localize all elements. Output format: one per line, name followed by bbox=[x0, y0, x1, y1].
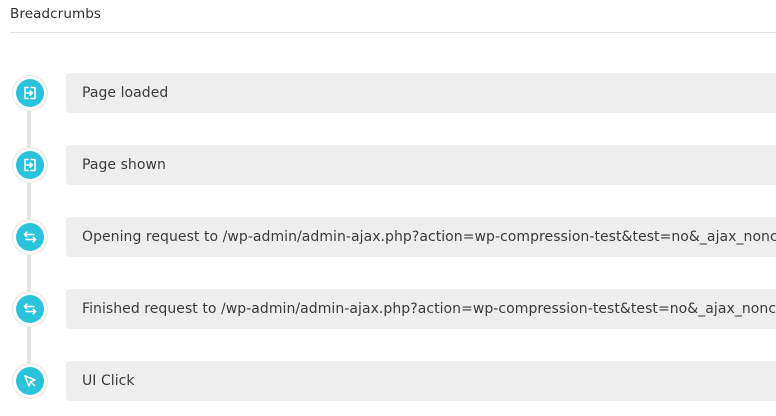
breadcrumb-item: Finished request to /wp-admin/admin-ajax… bbox=[0, 289, 776, 329]
request-arrows-icon bbox=[16, 223, 44, 251]
breadcrumb-content[interactable]: Page shown bbox=[66, 145, 776, 185]
breadcrumb-icon-badge bbox=[13, 76, 47, 110]
breadcrumb-item: Page loaded bbox=[0, 73, 776, 113]
breadcrumb-item: Opening request to /wp-admin/admin-ajax.… bbox=[0, 217, 776, 257]
breadcrumb-content[interactable]: Finished request to /wp-admin/admin-ajax… bbox=[66, 289, 776, 329]
breadcrumb-content[interactable]: Opening request to /wp-admin/admin-ajax.… bbox=[66, 217, 776, 257]
breadcrumb-label: Opening request to /wp-admin/admin-ajax.… bbox=[82, 229, 776, 245]
breadcrumb-content[interactable]: Page loaded bbox=[66, 73, 776, 113]
breadcrumb-icon-badge bbox=[13, 364, 47, 398]
breadcrumbs-panel: Breadcrumbs Page loaded Page shown Openi… bbox=[0, 0, 776, 416]
cursor-click-icon bbox=[16, 367, 44, 395]
breadcrumb-content[interactable]: UI Click bbox=[66, 361, 776, 401]
breadcrumb-item: Page shown bbox=[0, 145, 776, 185]
page-load-icon bbox=[16, 79, 44, 107]
panel-title: Breadcrumbs bbox=[10, 6, 102, 22]
breadcrumb-icon-badge bbox=[13, 148, 47, 182]
breadcrumb-label: UI Click bbox=[82, 373, 135, 389]
breadcrumb-icon-badge bbox=[13, 292, 47, 326]
breadcrumb-label: Finished request to /wp-admin/admin-ajax… bbox=[82, 301, 776, 317]
breadcrumb-item: UI Click bbox=[0, 361, 776, 401]
breadcrumb-icon-badge bbox=[13, 220, 47, 254]
request-arrows-icon bbox=[16, 295, 44, 323]
page-load-icon bbox=[16, 151, 44, 179]
breadcrumb-label: Page shown bbox=[82, 157, 166, 173]
breadcrumb-label: Page loaded bbox=[82, 85, 169, 101]
title-divider bbox=[10, 32, 776, 33]
